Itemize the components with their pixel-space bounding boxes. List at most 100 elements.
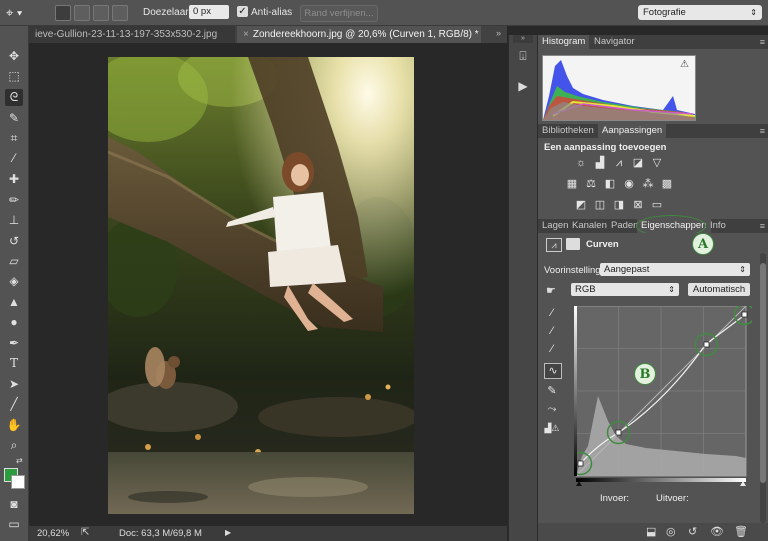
smooth-curve-icon[interactable]: ⤳: [544, 402, 560, 416]
screen-mode-icon[interactable]: ▭: [5, 516, 23, 533]
visibility-icon[interactable]: 👁: [710, 525, 724, 538]
preset-value: Aangepast: [604, 264, 650, 275]
document-tabs: ieve-Gullion-23-11-13-197-353x530-2.jpg …: [29, 26, 507, 44]
tab-navigator[interactable]: Navigator: [590, 35, 639, 49]
clone-stamp-icon[interactable]: ⊥: [5, 212, 23, 229]
panel-menu-icon[interactable]: ≡: [760, 126, 765, 136]
threshold-icon[interactable]: ◨: [612, 199, 626, 211]
hand-tool-icon[interactable]: ✋: [5, 417, 23, 434]
color-lookup-icon[interactable]: ▩: [660, 178, 674, 190]
tab-document-1[interactable]: ieve-Gullion-23-11-13-197-353x530-2.jpg: [29, 26, 235, 43]
posterize-icon[interactable]: ◫: [593, 199, 607, 211]
color-balance-icon[interactable]: ⚖: [584, 178, 598, 190]
status-bar: 20,62% ⇱ Doc: 63,3 M/69,8 M ▶: [29, 526, 507, 541]
brush-tool-icon[interactable]: ✏: [5, 192, 23, 209]
tab-libraries[interactable]: Bibliotheken: [538, 124, 598, 138]
hue-saturation-icon[interactable]: ▦: [565, 178, 579, 190]
tab-info[interactable]: Info: [706, 219, 730, 233]
document-photo[interactable]: [108, 57, 414, 514]
healing-brush-icon[interactable]: ✚: [5, 171, 23, 188]
clip-to-layer-icon[interactable]: ⬓: [646, 525, 656, 538]
photo-filter-icon[interactable]: ◉: [622, 178, 636, 190]
new-selection-icon[interactable]: [55, 5, 71, 21]
quick-selection-icon[interactable]: ✎: [5, 110, 23, 127]
channel-select[interactable]: RGB ⇕: [571, 283, 679, 296]
history-brush-icon[interactable]: ↺: [5, 233, 23, 250]
eyedropper-tool-icon[interactable]: ⁄: [5, 150, 23, 167]
zoom-level[interactable]: 20,62%: [37, 528, 69, 539]
tab-document-2[interactable]: × Zondereekhoorn.jpg @ 20,6% (Curven 1, R…: [237, 26, 481, 43]
gray-point-eyedropper-icon[interactable]: ⁄: [544, 324, 560, 338]
eraser-tool-icon[interactable]: ▱: [5, 253, 23, 270]
curves-icon[interactable]: ⩘: [612, 157, 626, 169]
workspace-label: Fotografie: [643, 7, 686, 18]
feather-input[interactable]: 0 px: [189, 5, 229, 19]
selective-color-icon[interactable]: ▭: [650, 199, 664, 211]
path-selection-icon[interactable]: ➤: [5, 376, 23, 393]
panel-scrollbar[interactable]: [760, 253, 766, 523]
panel-menu-icon[interactable]: ≡: [760, 37, 765, 47]
marquee-tool-icon[interactable]: ⬚: [5, 68, 23, 85]
auto-button[interactable]: Automatisch: [688, 283, 750, 296]
workspace-select[interactable]: Fotografie ⇕: [638, 5, 762, 20]
panel-menu-icon[interactable]: ≡: [760, 221, 765, 231]
swap-colors-icon[interactable]: ⇄: [16, 456, 23, 465]
pencil-tool-icon[interactable]: ✎: [544, 384, 560, 398]
invert-icon[interactable]: ◩: [574, 199, 588, 211]
intersect-selection-icon[interactable]: [112, 5, 128, 21]
actions-panel-icon[interactable]: ▶: [516, 79, 530, 93]
dodge-tool-icon[interactable]: ●: [5, 314, 23, 331]
status-menu-arrow-icon[interactable]: ▶: [225, 528, 231, 537]
tab-histogram[interactable]: Histogram: [538, 35, 590, 49]
white-point-eyedropper-icon[interactable]: ⁄: [544, 342, 560, 356]
properties-panel: ⩘ Curven Voorinstelling: Aangepast ⇕ ☛ R…: [538, 233, 768, 541]
polygonal-lasso-tool-preset-icon[interactable]: ⌖ ▾: [6, 4, 34, 21]
warning-icon[interactable]: ⚠: [680, 59, 689, 70]
channel-mixer-icon[interactable]: ⁂: [641, 178, 655, 190]
brightness-icon[interactable]: ☼: [574, 157, 588, 169]
channel-value: RGB: [575, 284, 596, 295]
curves-graph[interactable]: [568, 303, 756, 486]
levels-icon[interactable]: ▟: [593, 157, 607, 169]
clipping-warning-icon[interactable]: ▟⚠: [544, 421, 560, 435]
preset-select[interactable]: Aangepast ⇕: [600, 263, 750, 276]
subtract-from-selection-icon[interactable]: [93, 5, 109, 21]
close-icon[interactable]: ×: [243, 26, 249, 43]
move-tool-icon[interactable]: ✥: [5, 48, 23, 65]
add-to-selection-icon[interactable]: [74, 5, 90, 21]
exposure-icon[interactable]: ◪: [631, 157, 645, 169]
chevron-down-icon: ⇕: [668, 285, 675, 294]
histogram-panel: ⚠: [538, 49, 768, 127]
tab-channels[interactable]: Kanalen: [568, 219, 611, 233]
quick-mask-icon[interactable]: ◙: [5, 496, 23, 513]
vibrance-icon[interactable]: ▽: [650, 157, 664, 169]
delete-icon[interactable]: 🗑: [734, 525, 748, 538]
collapse-icon[interactable]: »: [513, 35, 533, 43]
layer-mask-icon[interactable]: [566, 238, 580, 250]
tabs-overflow-icon[interactable]: »: [496, 28, 501, 38]
history-panel-icon[interactable]: ⍗: [516, 49, 530, 63]
black-white-icon[interactable]: ◧: [603, 178, 617, 190]
zoom-tool-icon[interactable]: ⌕: [5, 437, 23, 454]
antialias-checkbox[interactable]: ✓: [237, 6, 248, 17]
black-point-eyedropper-icon[interactable]: ⁄: [544, 306, 560, 320]
line-tool-icon[interactable]: ╱: [5, 396, 23, 413]
reset-icon[interactable]: ↺: [688, 525, 697, 538]
tab-adjustments[interactable]: Aanpassingen: [598, 124, 667, 138]
view-previous-icon[interactable]: ◎: [666, 525, 676, 538]
curve-point-tool-icon[interactable]: ∿: [544, 363, 562, 379]
type-tool-icon[interactable]: T: [5, 355, 23, 372]
lasso-tool-icon[interactable]: ᘓ: [5, 89, 23, 106]
hand-adjust-icon[interactable]: ☛: [546, 284, 556, 297]
scrollbar-thumb[interactable]: [760, 263, 766, 483]
pen-tool-icon[interactable]: ✒: [5, 335, 23, 352]
histogram-graph: ⚠: [542, 55, 696, 121]
paint-bucket-icon[interactable]: ◈: [5, 273, 23, 290]
export-icon[interactable]: ⇱: [81, 527, 89, 538]
blur-tool-icon[interactable]: ▲: [5, 294, 23, 311]
panels-column: Histogram Navigator ≡ ⚠ Bibliotheken Aan…: [537, 35, 768, 541]
crop-tool-icon[interactable]: ⌗: [5, 130, 23, 147]
gradient-map-icon[interactable]: ⊠: [631, 199, 645, 211]
refine-edge-button[interactable]: Rand verfijnen...: [300, 5, 378, 22]
background-color-swatch[interactable]: [11, 475, 25, 489]
